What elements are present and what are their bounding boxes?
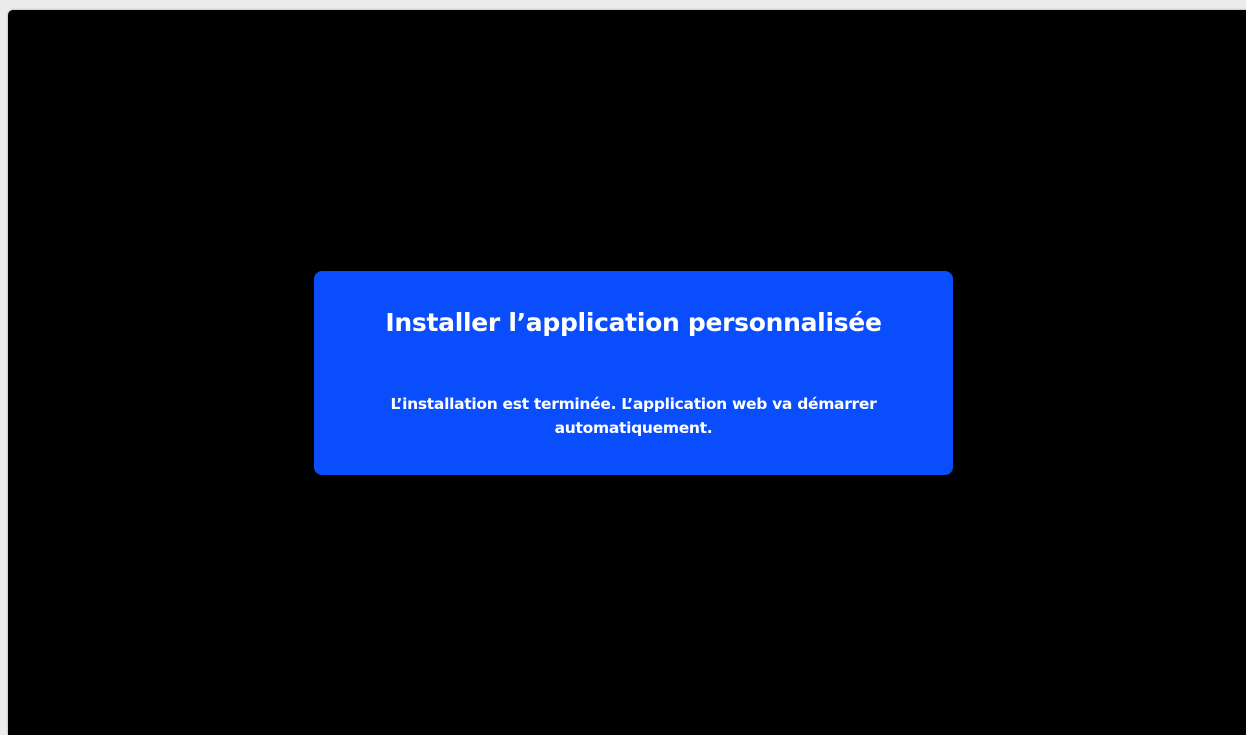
dialog-title: Installer l’application personnalisée (385, 308, 882, 337)
dialog-message: L’installation est terminée. L’applicati… (390, 395, 877, 437)
install-complete-dialog: Installer l’application personnalisée L’… (314, 271, 953, 475)
app-window: Installer l’application personnalisée L’… (8, 10, 1246, 735)
